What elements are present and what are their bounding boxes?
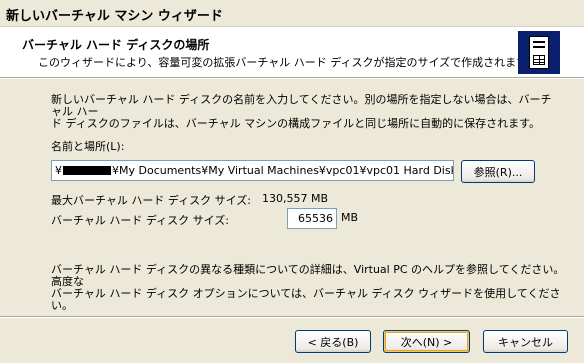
window-title: 新しいバーチャル マシン ウィザード [0,0,584,26]
disk-size-label: バーチャル ハード ディスク サイズ: [51,214,229,227]
wizard-header: バーチャル ハード ディスクの場所 このウィザードにより、容量可変の拡張バーチャ… [0,26,584,77]
vent-grid [533,55,545,65]
header-divider [0,77,584,79]
name-location-input[interactable]: ¥ ¥My Documents¥My Virtual Machines¥vpc01… [51,160,454,181]
page-title: バーチャル ハード ディスクの場所 [22,38,210,52]
computer-tower-icon [518,31,560,74]
back-button[interactable]: < 戻る(B) [295,330,371,353]
drive-bay [533,41,545,43]
footer-line: バーチャル ハード ディスク オプションについては、バーチャル ディスク ウィザ… [51,287,561,312]
disk-size-input[interactable]: 65536 [287,208,337,229]
footer-note: バーチャル ハード ディスクの異なる種類についての詳細は、Virtual PC … [51,264,566,312]
intro-text: 新しいバーチャル ハード ディスクの名前を入力してください。別の場所を指定しない… [51,94,561,130]
next-button[interactable]: 次へ(N) > [383,330,470,353]
drive-bay [533,46,545,48]
max-size-value: 130,557 MB [262,192,329,205]
page-subtitle: このウィザードにより、容量可変の拡張バーチャル ハード ディスクが指定のサイズで… [38,56,538,69]
path-prefix: ¥ [55,164,62,177]
redacted-username [63,166,111,175]
cancel-button[interactable]: キャンセル [483,330,568,353]
intro-line: 新しいバーチャル ハード ディスクの名前を入力してください。別の場所を指定しない… [51,93,552,118]
name-location-label: 名前と場所(L): [51,140,125,153]
footer-divider [0,316,584,318]
disk-size-unit: MB [341,211,359,224]
intro-line: ド ディスクのファイルは、バーチャル マシンの構成ファイルと同じ場所に自動的に保… [51,117,541,130]
max-size-label: 最大バーチャル ハード ディスク サイズ: [51,194,251,207]
browse-button[interactable]: 参照(R)... [461,160,535,183]
tower-shape [529,36,549,69]
path-text: ¥My Documents¥My Virtual Machines¥vpc01¥… [112,164,454,177]
footer-line: バーチャル ハード ディスクの異なる種類についての詳細は、Virtual PC … [51,263,565,288]
